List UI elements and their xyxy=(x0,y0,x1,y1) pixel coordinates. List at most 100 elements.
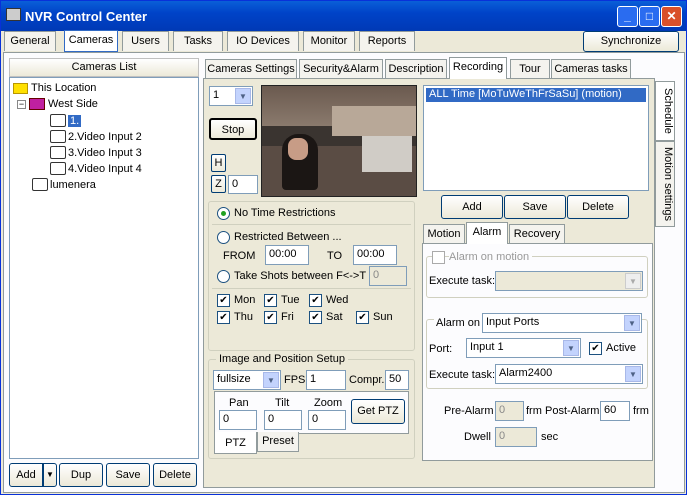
to-label: TO xyxy=(327,250,343,262)
schedule-list[interactable]: ALL Time [MoTuWeThFrSaSu] (motion) xyxy=(423,85,649,191)
close-button[interactable]: ✕ xyxy=(661,6,682,27)
tree-label: 3.Video Input 3 xyxy=(68,146,142,159)
tab-monitor[interactable]: Monitor xyxy=(303,31,355,51)
add-camera-button[interactable]: Add xyxy=(9,463,43,487)
tree-item-camera-1[interactable]: 1. xyxy=(50,114,82,127)
tab-motion-settings[interactable]: Motion settings xyxy=(655,141,675,227)
checkbox-fri[interactable]: ✔ xyxy=(264,311,277,324)
tab-general[interactable]: General xyxy=(4,31,56,51)
schedule-save-button[interactable]: Save xyxy=(504,195,566,219)
restricted-between-radio[interactable] xyxy=(217,231,230,244)
tree-item-west-side[interactable]: − West Side xyxy=(17,98,98,110)
tab-ptz[interactable]: PTZ xyxy=(214,432,257,454)
tab-cameras-tasks[interactable]: Cameras tasks xyxy=(551,59,631,79)
tree-item-camera-3[interactable]: 3.Video Input 3 xyxy=(50,146,142,159)
restricted-between-label: Restricted Between ... xyxy=(234,231,342,243)
day-label-thu: Thu xyxy=(234,311,253,323)
pan-input[interactable]: 0 xyxy=(219,410,257,430)
tab-tour[interactable]: Tour xyxy=(510,59,550,79)
take-shots-radio[interactable] xyxy=(217,270,230,283)
post-alarm-input[interactable]: 60 xyxy=(600,401,630,421)
pre-alarm-input[interactable]: 0 xyxy=(495,401,524,421)
to-time-input[interactable]: 00:00 xyxy=(353,245,397,265)
tab-schedule[interactable]: Schedule xyxy=(655,81,675,141)
tab-description[interactable]: Description xyxy=(385,59,447,79)
tilt-label: Tilt xyxy=(275,397,290,409)
camera-icon xyxy=(50,162,66,175)
delete-camera-button[interactable]: Delete xyxy=(153,463,197,487)
take-shots-input[interactable]: 0 xyxy=(369,266,407,286)
compr-label: Compr. xyxy=(349,374,385,386)
checkbox-tue[interactable]: ✔ xyxy=(264,294,277,307)
tree-label: 4.Video Input 4 xyxy=(68,162,142,175)
pre-alarm-label: Pre-Alarm xyxy=(444,405,494,417)
sec-label: sec xyxy=(541,431,559,443)
save-camera-button[interactable]: Save xyxy=(106,463,150,487)
maximize-button[interactable]: □ xyxy=(639,6,660,27)
tab-preset[interactable]: Preset xyxy=(257,432,299,452)
tab-alarm[interactable]: Alarm xyxy=(466,222,508,244)
zoom-input[interactable]: 0 xyxy=(308,410,346,430)
active-checkbox[interactable]: ✔ xyxy=(589,342,602,355)
tree-item-this-location[interactable]: This Location xyxy=(13,82,96,94)
schedule-delete-button[interactable]: Delete xyxy=(567,195,629,219)
from-label: FROM xyxy=(223,250,256,262)
channel-select[interactable]: 1 ▼ xyxy=(209,86,253,106)
tab-recovery[interactable]: Recovery xyxy=(509,224,565,244)
compr-input[interactable]: 50 xyxy=(385,370,409,390)
collapse-icon[interactable]: − xyxy=(17,99,26,109)
synchronize-button[interactable]: Synchronize xyxy=(583,31,679,52)
tab-cameras-settings[interactable]: Cameras Settings xyxy=(205,59,297,79)
dup-camera-button[interactable]: Dup xyxy=(59,463,103,487)
from-time-input[interactable]: 00:00 xyxy=(265,245,309,265)
tab-security-alarm[interactable]: Security&Alarm xyxy=(299,59,383,79)
z-button[interactable]: Z xyxy=(211,175,226,193)
tab-tasks[interactable]: Tasks xyxy=(173,31,223,51)
day-label-fri: Fri xyxy=(281,311,294,323)
dwell-input[interactable]: 0 xyxy=(495,427,537,447)
cameras-tree: This Location − West Side 1. 2.Video Inp… xyxy=(9,77,199,459)
tab-motion[interactable]: Motion xyxy=(423,224,465,244)
no-time-restrictions-radio[interactable] xyxy=(217,207,230,220)
window-title: NVR Control Center xyxy=(25,9,148,24)
dwell-label: Dwell xyxy=(464,431,491,443)
alarm-on-select[interactable]: Input Ports ▼ xyxy=(482,313,642,333)
tab-users[interactable]: Users xyxy=(122,31,169,51)
z-input[interactable]: 0 xyxy=(228,175,258,194)
group-icon xyxy=(29,98,45,110)
tab-reports[interactable]: Reports xyxy=(359,31,415,51)
tree-label: West Side xyxy=(48,98,98,110)
checkbox-sun[interactable]: ✔ xyxy=(356,311,369,324)
port-select[interactable]: Input 1 ▼ xyxy=(466,338,581,358)
schedule-list-item[interactable]: ALL Time [MoTuWeThFrSaSu] (motion) xyxy=(426,88,646,102)
fps-input[interactable]: 1 xyxy=(306,370,346,390)
tree-item-camera-4[interactable]: 4.Video Input 4 xyxy=(50,162,142,175)
tree-label: This Location xyxy=(31,82,97,94)
size-value: fullsize xyxy=(217,373,251,385)
tree-item-lumenera[interactable]: lumenera xyxy=(32,178,96,191)
tab-recording[interactable]: Recording xyxy=(449,57,507,79)
checkbox-wed[interactable]: ✔ xyxy=(309,294,322,307)
tab-cameras[interactable]: Cameras xyxy=(64,30,118,52)
tilt-input[interactable]: 0 xyxy=(264,410,302,430)
h-button[interactable]: H xyxy=(211,154,226,172)
get-ptz-button[interactable]: Get PTZ xyxy=(351,399,405,424)
tab-io-devices[interactable]: IO Devices xyxy=(227,31,299,51)
checkbox-thu[interactable]: ✔ xyxy=(217,311,230,324)
execute-task-select[interactable]: Alarm2400 ▼ xyxy=(495,364,643,384)
pan-label: Pan xyxy=(229,397,249,409)
frm-label-2: frm xyxy=(633,405,649,417)
tree-item-camera-2[interactable]: 2.Video Input 2 xyxy=(50,130,142,143)
schedule-add-button[interactable]: Add xyxy=(441,195,503,219)
add-dropdown-arrow-icon[interactable]: ▼ xyxy=(43,463,57,487)
execute-task-select-disabled[interactable]: ▼ xyxy=(495,271,643,291)
size-select[interactable]: fullsize ▼ xyxy=(213,370,281,390)
minimize-button[interactable]: _ xyxy=(617,6,638,27)
app-icon xyxy=(6,8,21,21)
checkbox-mon[interactable]: ✔ xyxy=(217,294,230,307)
app-window: NVR Control Center _ □ ✕ General Cameras… xyxy=(0,0,687,495)
stop-button[interactable]: Stop xyxy=(209,118,257,140)
checkbox-sat[interactable]: ✔ xyxy=(309,311,322,324)
chevron-down-icon: ▼ xyxy=(625,366,641,382)
alarm-on-motion-checkbox[interactable] xyxy=(432,251,445,264)
